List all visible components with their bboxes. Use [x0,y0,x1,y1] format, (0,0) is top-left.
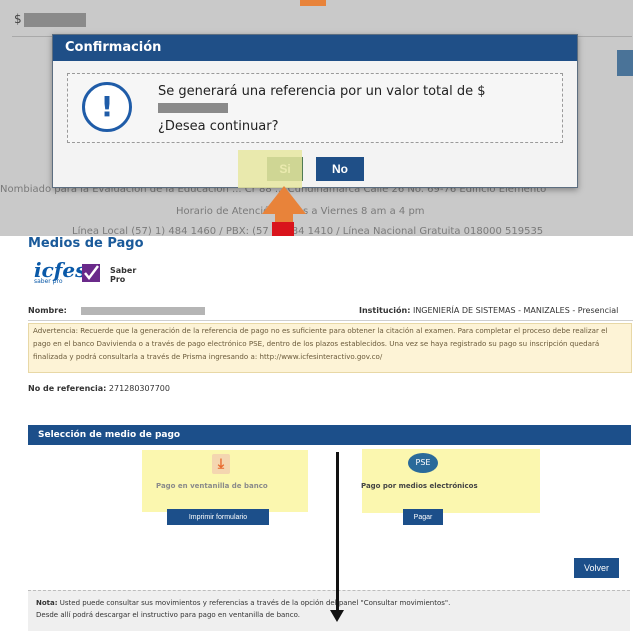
dialog-message: Se generará una referencia por un valor … [158,84,486,134]
red-arrow-stem [272,222,294,236]
orange-mark [300,0,326,6]
footer-phones: Línea Local (57) 1) 484 1460 / PBX: (57 … [72,226,544,236]
confirmation-dialog: Confirmación ! Se generará una referenci… [52,34,578,188]
note-box: Nota: Usted puede consultar sus movimien… [28,590,630,631]
question-text: ¿Desea continuar? [158,119,279,134]
divider [28,320,633,321]
confirmation-screenshot: $ Nombiado para la Evaluación de la Educ… [0,0,633,236]
institution-field: Institución: INGENIERÍA DE SISTEMAS - MA… [359,306,619,315]
option-bank-label: Pago en ventanilla de banco [156,482,268,490]
product-name: Saber Pro [110,266,137,284]
down-arrow-icon [330,610,344,622]
highlight-electronic [362,449,540,513]
redacted-value [158,103,228,113]
pdf-icon[interactable]: ⤓ [212,454,230,474]
warning-box: Advertencia: Recuerde que la generación … [28,323,632,373]
amount-label: $ [14,12,86,27]
check-icon [82,264,100,282]
option-electronic-label: Pago por medios electrónicos [361,482,478,490]
payment-page: Medios de Pago icfes saber pro Saber Pro… [14,236,633,631]
reference-number: No de referencia: 271280307700 [28,384,170,393]
pse-icon[interactable]: PSE [408,453,438,473]
payment-method-header: Selección de medio de pago [28,425,631,445]
icfes-logo: icfes saber pro Saber Pro [34,258,154,288]
info-icon: ! [82,82,132,132]
redacted-amount [23,12,86,27]
name-field: Nombre: [28,306,205,315]
redacted-name [80,306,205,315]
pay-button[interactable]: Pagar [403,509,443,525]
yes-highlight [238,150,302,188]
black-arrow-stem [336,452,339,612]
message-text: Se generará una referencia por un valor … [158,84,486,99]
back-button[interactable]: Volver [574,558,619,578]
background-button [617,50,633,76]
no-button[interactable]: No [316,157,364,181]
page-title: Medios de Pago [28,236,144,251]
dialog-title: Confirmación [53,35,577,61]
print-form-button[interactable]: Imprimir formulario [167,509,269,525]
dialog-body: ! Se generará una referencia por un valo… [67,73,563,143]
